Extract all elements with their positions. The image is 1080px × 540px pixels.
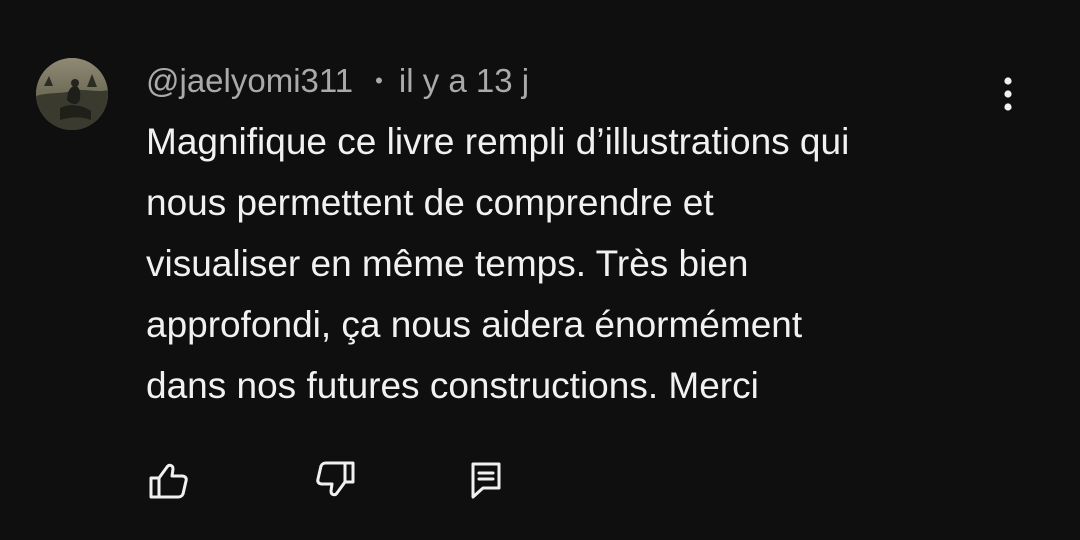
author-name[interactable]: @jaelyomi311 [146, 62, 353, 100]
reply-button[interactable] [458, 452, 514, 508]
meta-separator: • [375, 68, 383, 93]
comment-actions [0, 452, 1080, 508]
dislike-button[interactable] [308, 452, 364, 508]
comment-meta: @jaelyomi311 • il y a 13 j [146, 61, 529, 101]
thumb-down-icon [316, 461, 355, 497]
thumb-up-icon [149, 463, 188, 499]
like-button[interactable] [140, 452, 196, 508]
avatar-photo [36, 58, 108, 130]
comment-text: Magnifique ce livre rempli d’illustratio… [146, 121, 850, 406]
reply-comment-icon [471, 462, 501, 499]
avatar[interactable] [36, 58, 108, 130]
comment-timestamp[interactable]: il y a 13 j [399, 62, 529, 100]
